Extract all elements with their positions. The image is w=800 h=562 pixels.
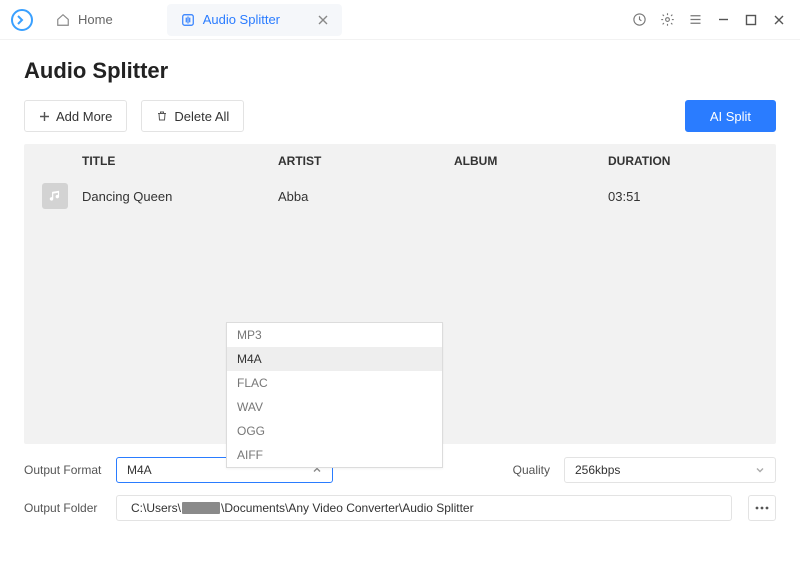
output-format-value: M4A — [127, 463, 152, 477]
folder-path-suffix: \Documents\Any Video Converter\Audio Spl… — [221, 501, 474, 515]
output-format-label: Output Format — [24, 463, 106, 477]
minimize-button[interactable] — [714, 11, 732, 29]
ai-split-label: AI Split — [710, 109, 751, 124]
page-title: Audio Splitter — [24, 58, 776, 84]
add-more-button[interactable]: Add More — [24, 100, 127, 132]
format-option[interactable]: OGG — [227, 419, 442, 443]
table-row[interactable]: Dancing Queen Abba 03:51 — [24, 178, 776, 214]
history-icon[interactable] — [630, 11, 648, 29]
format-option[interactable]: AIFF — [227, 443, 442, 467]
home-icon — [56, 13, 70, 27]
format-option[interactable]: M4A — [227, 347, 442, 371]
format-option[interactable]: MP3 — [227, 323, 442, 347]
delete-all-button[interactable]: Delete All — [141, 100, 244, 132]
quality-value: 256kbps — [575, 463, 620, 477]
header-artist: ARTIST — [278, 154, 454, 168]
trash-icon — [156, 110, 168, 122]
tab-home-label: Home — [78, 12, 113, 27]
output-folder-field[interactable]: C:\Users\ \Documents\Any Video Converter\… — [116, 495, 732, 521]
table-header: TITLE ARTIST ALBUM DURATION — [24, 144, 776, 178]
settings-icon[interactable] — [658, 11, 676, 29]
output-format-dropdown: MP3 M4A FLAC WAV OGG AIFF — [226, 322, 443, 468]
output-folder-label: Output Folder — [24, 501, 106, 515]
cell-duration: 03:51 — [608, 189, 728, 204]
music-icon — [42, 183, 68, 209]
tab-close-icon[interactable] — [318, 15, 328, 25]
close-button[interactable] — [770, 11, 788, 29]
tab-audio-splitter[interactable]: Audio Splitter — [167, 4, 342, 36]
format-option[interactable]: WAV — [227, 395, 442, 419]
header-album: ALBUM — [454, 154, 608, 168]
quality-select[interactable]: 256kbps — [564, 457, 776, 483]
app-logo — [10, 8, 34, 32]
cell-title: Dancing Queen — [82, 189, 278, 204]
audio-splitter-icon — [181, 13, 195, 27]
folder-path-prefix: C:\Users\ — [131, 501, 181, 515]
header-duration: DURATION — [608, 154, 728, 168]
browse-folder-button[interactable] — [748, 495, 776, 521]
plus-icon — [39, 111, 50, 122]
header-title: TITLE — [82, 154, 278, 168]
add-more-label: Add More — [56, 109, 112, 124]
titlebar: Home Audio Splitter — [0, 0, 800, 40]
ai-split-button[interactable]: AI Split — [685, 100, 776, 132]
tab-home[interactable]: Home — [42, 4, 127, 36]
cell-artist: Abba — [278, 189, 454, 204]
format-option[interactable]: FLAC — [227, 371, 442, 395]
maximize-button[interactable] — [742, 11, 760, 29]
quality-label: Quality — [513, 463, 550, 477]
menu-icon[interactable] — [686, 11, 704, 29]
redacted-username — [182, 502, 220, 514]
delete-all-label: Delete All — [174, 109, 229, 124]
tab-audio-splitter-label: Audio Splitter — [203, 12, 280, 27]
chevron-down-icon — [755, 465, 765, 475]
